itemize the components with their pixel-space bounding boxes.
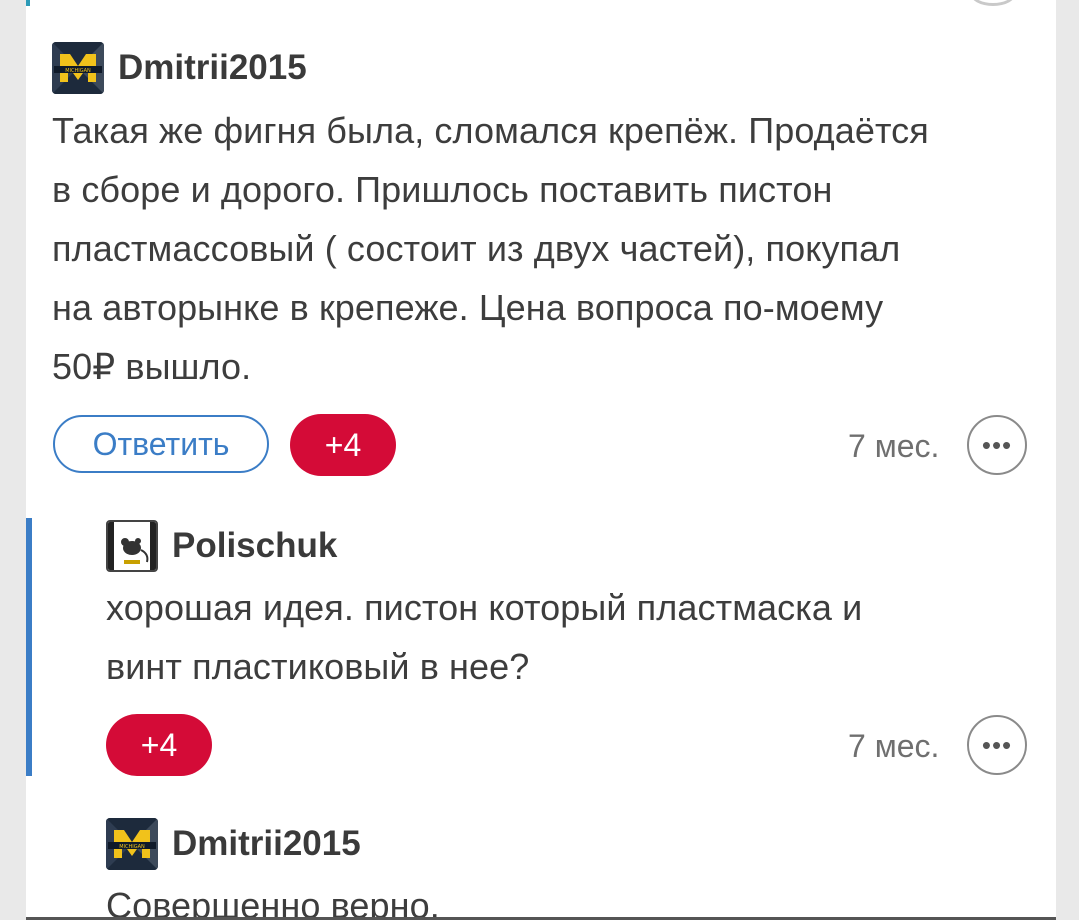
reply-button[interactable]: Ответить (53, 415, 269, 473)
comment-line: винт пластиковый в нее? (106, 646, 530, 687)
rat-avatar-icon (108, 522, 156, 570)
vote-button[interactable]: +4 (290, 414, 396, 476)
comment-header: MICHIGAN Dmitrii2015 (106, 818, 361, 870)
avatar[interactable]: MICHIGAN (106, 818, 158, 870)
comment-line: хорошая идея. пистон который пластмаска … (106, 587, 863, 628)
comment-text: Совершенно верно. (106, 876, 440, 920)
more-options-button[interactable]: ••• (967, 715, 1027, 775)
avatar[interactable] (106, 520, 158, 572)
michigan-avatar-icon: MICHIGAN (106, 818, 158, 870)
comment-time: 7 мес. (848, 428, 940, 464)
comment-line: Такая же фигня была, сломался крепёж. Пр… (52, 110, 929, 151)
comment-line: 50₽ вышло. (52, 346, 252, 387)
username[interactable]: Dmitrii2015 (118, 48, 307, 88)
comment-time: 7 мес. (848, 728, 940, 764)
card-edge-circle (970, 0, 1016, 6)
comments-card: MICHIGAN Dmitrii2015 Такая же фигня была… (26, 0, 1056, 920)
ellipsis-icon: ••• (981, 429, 1013, 460)
more-options-button[interactable]: ••• (967, 415, 1027, 475)
michigan-avatar-icon: MICHIGAN (52, 42, 104, 94)
comment-line: пластмассовый ( состоит из двух частей),… (52, 228, 901, 269)
card-edge-accent (26, 0, 30, 6)
vote-button[interactable]: +4 (106, 714, 212, 776)
reply-thread-line (26, 518, 32, 776)
comment-line: в сборе и дорого. Пришлось поставить пис… (52, 169, 833, 210)
comment-header: MICHIGAN Dmitrii2015 (52, 42, 307, 94)
ellipsis-icon: ••• (981, 729, 1013, 760)
comment-header: Polischuk (106, 520, 337, 572)
comment-text: хорошая идея. пистон который пластмаска … (106, 578, 862, 696)
username[interactable]: Dmitrii2015 (172, 824, 361, 864)
svg-text:MICHIGAN: MICHIGAN (65, 68, 91, 74)
svg-text:MICHIGAN: MICHIGAN (119, 844, 145, 850)
comment-text: Такая же фигня была, сломался крепёж. Пр… (52, 101, 929, 396)
comment-line: на авторынке в крепеже. Цена вопроса по-… (52, 287, 884, 328)
comment-line: Совершенно верно. (106, 885, 440, 920)
avatar[interactable]: MICHIGAN (52, 42, 104, 94)
username[interactable]: Polischuk (172, 526, 337, 566)
